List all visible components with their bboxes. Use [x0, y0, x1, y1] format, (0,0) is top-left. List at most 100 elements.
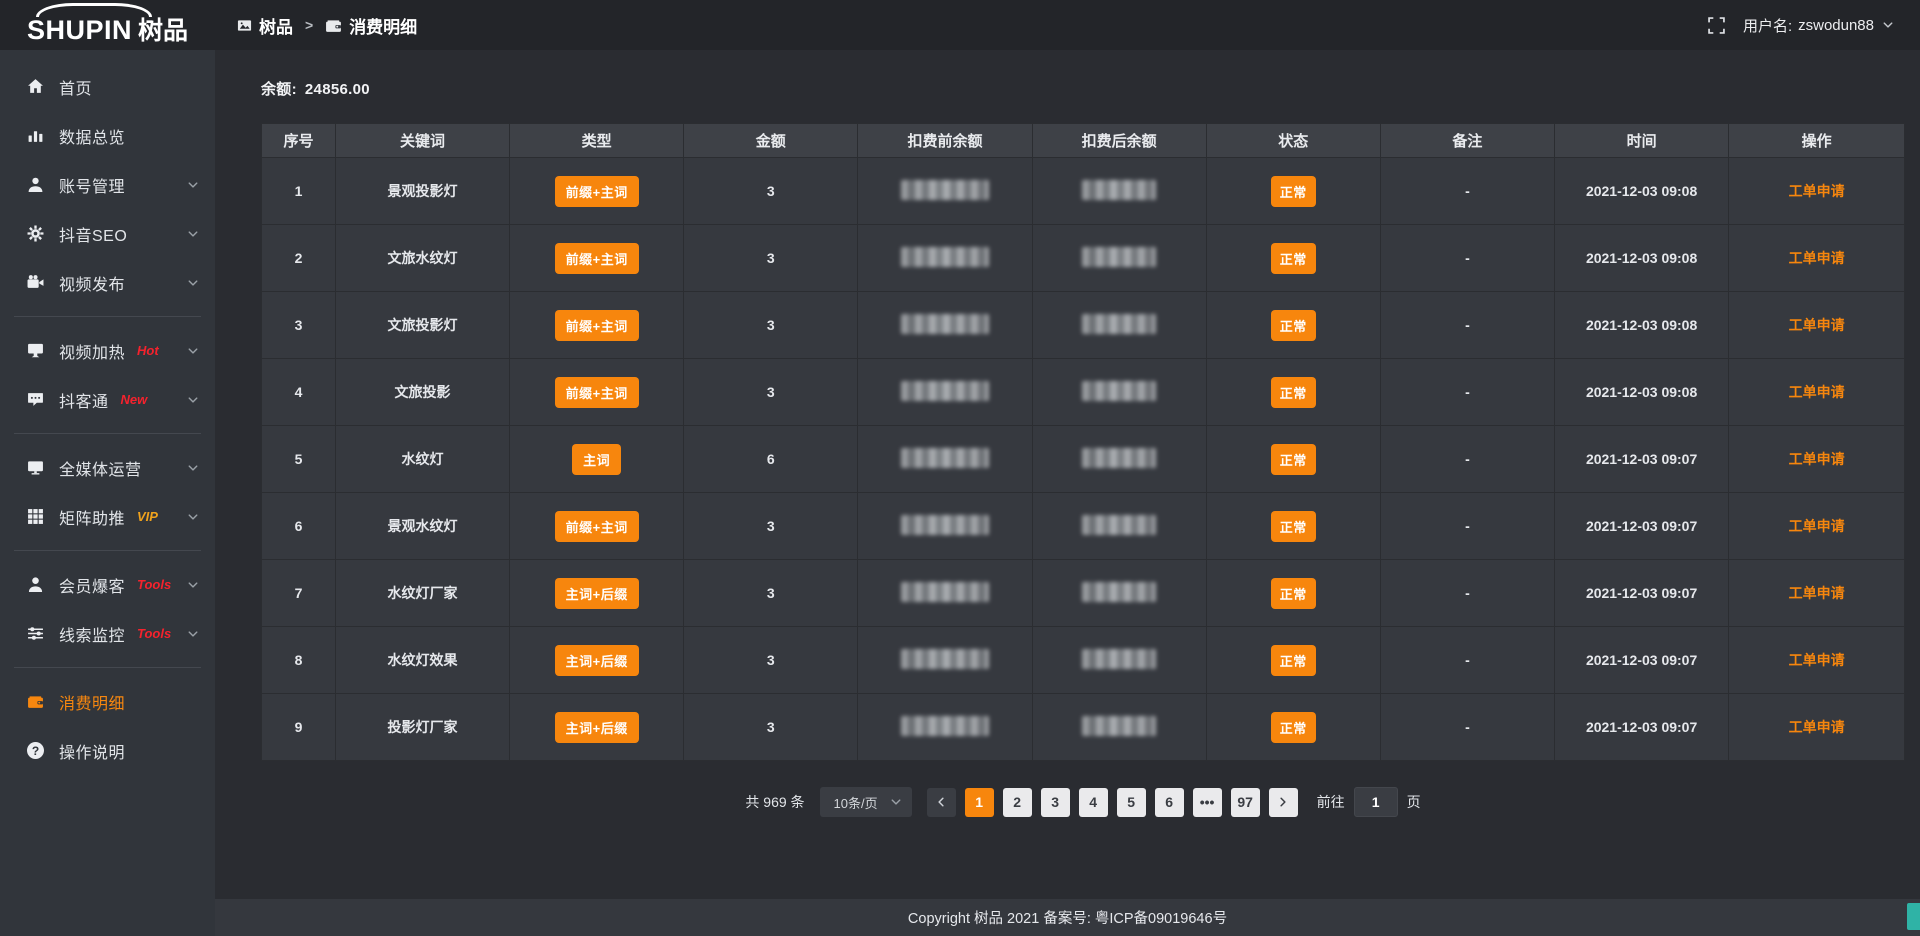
type-badge: 主词+后缀	[555, 712, 639, 743]
consumption-table: 序号关键词类型金额扣费前余额扣费后余额状态备注时间操作 1景观投影灯前缀+主词3…	[261, 123, 1905, 761]
cell-time: 2021-12-03 09:08	[1555, 359, 1729, 426]
chat-widget[interactable]	[1907, 903, 1920, 930]
cell-type: 前缀+主词	[510, 225, 684, 292]
balance-value: 24856.00	[305, 81, 370, 98]
next-page-button[interactable]	[1269, 788, 1298, 817]
type-badge: 主词	[572, 444, 621, 475]
table-row: 7水纹灯厂家主词+后缀3正常-2021-12-03 09:07工单申请	[262, 560, 1905, 627]
status-badge: 正常	[1271, 444, 1316, 475]
sidebar-item-label: 操作说明	[59, 739, 125, 763]
table-row: 5水纹灯主词6正常-2021-12-03 09:07工单申请	[262, 426, 1905, 493]
cell-action: 工单申请	[1729, 560, 1905, 627]
footer: Copyright 树品 2021 备案号: 粤ICP备09019646号	[215, 899, 1920, 936]
sidebar-item[interactable]: 全媒体运营	[0, 443, 215, 492]
work-order-link[interactable]: 工单申请	[1789, 652, 1845, 668]
cell-amount: 3	[684, 225, 858, 292]
breadcrumb-item-current[interactable]: 消费明细	[325, 13, 417, 38]
monitor-icon	[26, 459, 45, 476]
logo[interactable]: SHUPIN 树品	[0, 0, 215, 50]
cell-balance-before	[858, 158, 1032, 225]
balance: 余额: 24856.00	[261, 78, 1905, 99]
page-number-button[interactable]: 2	[1003, 788, 1032, 817]
column-header: 关键词	[335, 124, 509, 158]
cell-balance-after	[1032, 359, 1206, 426]
main-content: 余额:24856.00 序号关键词类型金额扣费前余额扣费后余额状态备注时间操作 …	[215, 50, 1920, 899]
cell-status: 正常	[1206, 359, 1380, 426]
work-order-link[interactable]: 工单申请	[1789, 250, 1845, 266]
sidebar-item[interactable]: 数据总览	[0, 111, 215, 160]
sidebar-divider	[14, 550, 201, 551]
sidebar-item[interactable]: 会员爆客Tools	[0, 560, 215, 609]
cell-action: 工单申请	[1729, 292, 1905, 359]
cell-status: 正常	[1206, 225, 1380, 292]
prev-page-button[interactable]	[927, 788, 956, 817]
user-menu[interactable]: 用户名: zswodun88	[1743, 15, 1894, 36]
balance-label: 余额:	[261, 81, 297, 98]
page-number-button[interactable]: 4	[1079, 788, 1108, 817]
page-number-button[interactable]: 97	[1231, 788, 1260, 817]
status-badge: 正常	[1271, 712, 1316, 743]
work-order-link[interactable]: 工单申请	[1789, 317, 1845, 333]
sidebar-item[interactable]: 抖音SEO	[0, 209, 215, 258]
page-number-button[interactable]: 6	[1155, 788, 1184, 817]
chevron-down-icon	[187, 394, 199, 406]
work-order-link[interactable]: 工单申请	[1789, 719, 1845, 735]
cell-seq: 9	[262, 694, 336, 761]
sidebar-item[interactable]: 消费明细	[0, 677, 215, 726]
redacted-value	[901, 247, 989, 267]
cell-amount: 3	[684, 694, 858, 761]
goto-page-input[interactable]	[1354, 787, 1398, 817]
column-header: 时间	[1555, 124, 1729, 158]
sidebar-item[interactable]: 矩阵助推VIP	[0, 492, 215, 541]
cell-type: 主词+后缀	[510, 627, 684, 694]
page-ellipsis-button[interactable]: •••	[1193, 788, 1222, 817]
cell-keyword: 景观投影灯	[335, 158, 509, 225]
chevron-left-icon	[935, 796, 947, 808]
table-row: 3文旅投影灯前缀+主词3正常-2021-12-03 09:08工单申请	[262, 292, 1905, 359]
sidebar-item-label: 视频加热	[59, 339, 125, 363]
sidebar-item[interactable]: 线索监控Tools	[0, 609, 215, 658]
table-row: 8水纹灯效果主词+后缀3正常-2021-12-03 09:07工单申请	[262, 627, 1905, 694]
page-number-button[interactable]: 1	[965, 788, 994, 817]
column-header: 操作	[1729, 124, 1905, 158]
sidebar: 首页数据总览账号管理抖音SEO视频发布视频加热Hot抖客通New 全媒体运营矩阵助…	[0, 50, 215, 936]
page-size-select[interactable]: 10条/页	[820, 787, 912, 817]
type-badge: 前缀+主词	[555, 310, 639, 341]
table-row: 9投影灯厂家主词+后缀3正常-2021-12-03 09:07工单申请	[262, 694, 1905, 761]
redacted-value	[1082, 381, 1156, 401]
sidebar-item[interactable]: 视频加热Hot	[0, 326, 215, 375]
screen-icon	[26, 342, 45, 359]
cell-amount: 6	[684, 426, 858, 493]
sidebar-item-label: 数据总览	[59, 124, 125, 148]
page-number-button[interactable]: 3	[1041, 788, 1070, 817]
cell-status: 正常	[1206, 493, 1380, 560]
work-order-link[interactable]: 工单申请	[1789, 518, 1845, 534]
user-icon	[26, 176, 45, 193]
fullscreen-icon[interactable]	[1708, 17, 1725, 34]
breadcrumb-item-home[interactable]: 树品	[237, 13, 293, 38]
sidebar-item[interactable]: 抖客通New	[0, 375, 215, 424]
column-header: 类型	[510, 124, 684, 158]
type-badge: 主词+后缀	[555, 578, 639, 609]
chevron-down-icon	[187, 628, 199, 640]
sidebar-divider	[14, 667, 201, 668]
username-label: 用户名:	[1743, 15, 1792, 36]
cell-status: 正常	[1206, 426, 1380, 493]
wallet-icon	[325, 17, 342, 34]
sidebar-item-label: 全媒体运营	[59, 456, 142, 480]
work-order-link[interactable]: 工单申请	[1789, 585, 1845, 601]
member-icon	[26, 576, 45, 593]
cell-action: 工单申请	[1729, 493, 1905, 560]
sidebar-item[interactable]: 首页	[0, 62, 215, 111]
work-order-link[interactable]: 工单申请	[1789, 451, 1845, 467]
sidebar-item[interactable]: 账号管理	[0, 160, 215, 209]
cell-remark: -	[1380, 493, 1554, 560]
work-order-link[interactable]: 工单申请	[1789, 183, 1845, 199]
sidebar-item[interactable]: 视频发布	[0, 258, 215, 307]
cell-balance-before	[858, 225, 1032, 292]
sidebar-item[interactable]: ?操作说明	[0, 726, 215, 775]
work-order-link[interactable]: 工单申请	[1789, 384, 1845, 400]
cell-balance-before	[858, 292, 1032, 359]
page-number-button[interactable]: 5	[1117, 788, 1146, 817]
goto-label: 前往	[1317, 792, 1345, 812]
